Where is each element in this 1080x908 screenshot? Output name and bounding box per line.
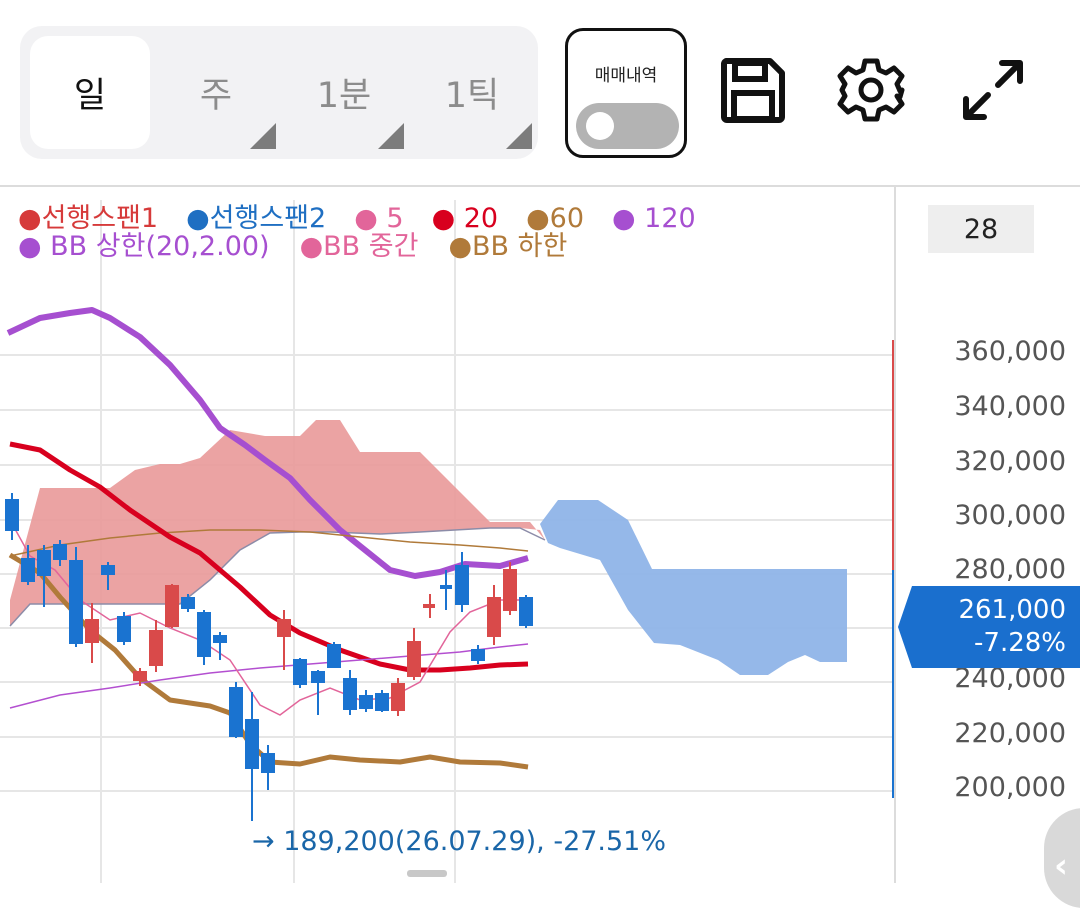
y-axis-label: 220,000	[954, 718, 1066, 749]
bb-upper-thin-line	[9, 643, 529, 709]
save-button[interactable]	[718, 55, 788, 125]
legend-dot-icon: ●	[612, 203, 636, 234]
y-axis-label: 200,000	[954, 772, 1066, 803]
tab-day[interactable]: 일	[30, 36, 150, 149]
settings-button[interactable]	[836, 55, 906, 125]
legend-dot-icon: ●	[18, 231, 42, 262]
tab-tick-label: 1틱	[444, 76, 500, 116]
fullscreen-button[interactable]	[958, 55, 1028, 125]
current-price-value: 261,000	[958, 595, 1066, 625]
tab-week[interactable]: 주	[156, 36, 276, 149]
ichimoku-cloud-bearish	[540, 500, 847, 675]
toggle-knob	[586, 112, 614, 140]
period-count-value: 28	[963, 213, 999, 245]
legend-dot-icon: ●	[448, 231, 473, 262]
legend-item-bb-upper[interactable]: ● BB 상한(20,2.00)	[18, 231, 270, 263]
y-axis-label: 300,000	[954, 500, 1066, 531]
current-price-change: -7.28%	[974, 628, 1066, 658]
current-price-tag: 261,000 -7.28%	[898, 586, 1080, 668]
tab-tick-options-corner-icon	[506, 123, 532, 149]
legend-dot-icon: ●	[18, 203, 42, 234]
floppy-disk-icon	[721, 58, 785, 123]
legend-item-ma120[interactable]: ● 120	[612, 203, 696, 235]
tab-minute-label: 1분	[316, 76, 372, 116]
tab-minute[interactable]: 1분	[284, 36, 404, 149]
y-axis-label: 280,000	[954, 554, 1066, 585]
tab-week-options-corner-icon	[250, 123, 276, 149]
tab-week-label: 주	[199, 76, 233, 116]
tab-minute-options-corner-icon	[378, 123, 404, 149]
tab-tick[interactable]: 1틱	[412, 36, 532, 149]
legend-dot-icon: ●	[431, 203, 456, 234]
chart-toolbar: 일 주 1분 1틱 매매내역	[0, 0, 1080, 186]
period-tab-group: 일 주 1분 1틱	[20, 26, 538, 159]
y-axis-label: 340,000	[954, 391, 1066, 422]
legend-dot-icon: ●	[299, 231, 324, 262]
chart-legend: ●선행스팬1 ●선행스팬2 ● 5 ● 20 ●60 ● 120 ● BB 상한…	[18, 203, 898, 263]
legend-dot-icon: ●	[186, 203, 210, 234]
legend-dot-icon: ●	[354, 203, 378, 234]
gear-icon	[837, 58, 905, 122]
legend-item-bb-middle[interactable]: ●BB 중간	[300, 231, 419, 263]
legend-row-2: ● BB 상한(20,2.00) ●BB 중간 ●BB 하한	[18, 231, 898, 263]
price-chart[interactable]	[0, 187, 1080, 883]
trade-history-toggle-box: 매매내역	[565, 28, 687, 158]
legend-item-bb-lower[interactable]: ●BB 하한	[448, 231, 567, 263]
period-count-badge[interactable]: 28	[928, 205, 1034, 253]
legend-dot-icon: ●	[526, 203, 550, 234]
y-axis-label: 360,000	[954, 336, 1066, 367]
current-price-text: 261,000 -7.28%	[958, 594, 1066, 660]
y-axis-label: 320,000	[954, 446, 1066, 477]
chart-scroll-handle[interactable]	[407, 870, 447, 877]
trade-history-label: 매매내역	[594, 66, 658, 86]
tab-day-label: 일	[73, 76, 107, 116]
expand-icon	[963, 60, 1023, 120]
chevron-left-icon: ‹	[1054, 846, 1069, 886]
trade-history-toggle[interactable]	[576, 103, 679, 149]
period-low-marker: → 189,200(26.07.29), -27.51%	[252, 826, 667, 857]
